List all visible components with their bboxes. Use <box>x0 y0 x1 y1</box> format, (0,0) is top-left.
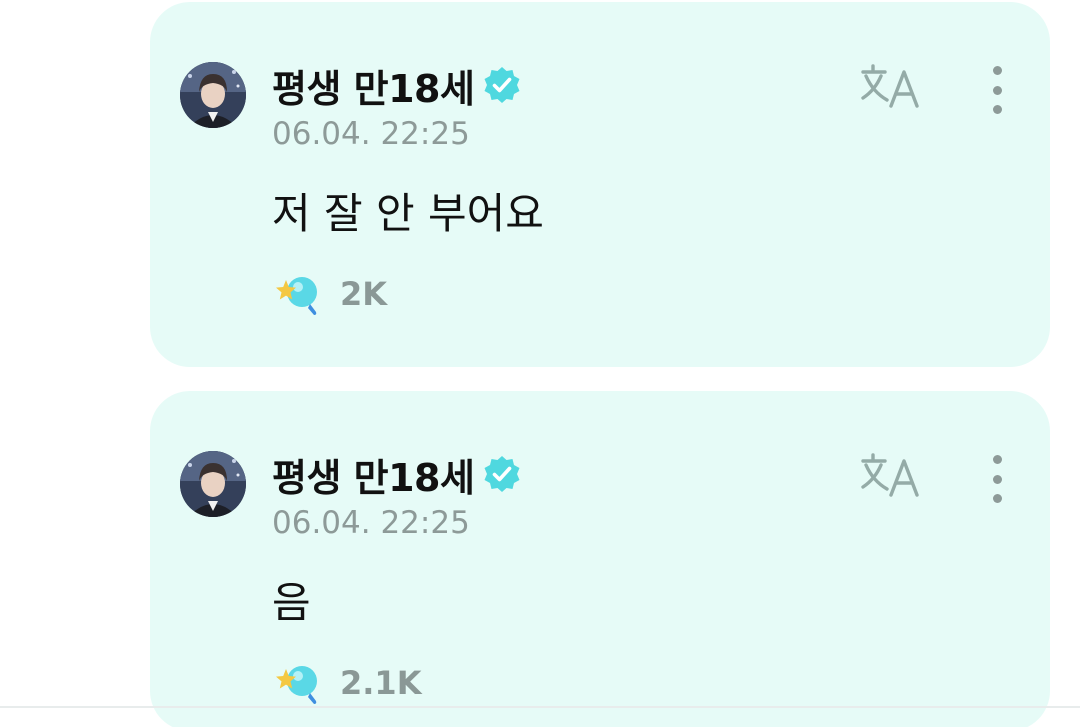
author-name[interactable]: 평생 만18세 <box>272 58 475 113</box>
timestamp: 06.04. 22:25 <box>272 116 470 152</box>
translate-icon <box>860 451 922 503</box>
comment-text: 음 <box>272 578 311 627</box>
timestamp: 06.04. 22:25 <box>272 505 470 541</box>
lightstick-reaction-icon <box>274 659 326 707</box>
comment-feed: 평생 만18세 06.04. 22:25 저 잘 안 부어요 2K 평생 만18… <box>0 0 1080 727</box>
more-options-button[interactable] <box>982 62 1012 118</box>
divider <box>0 706 1080 708</box>
reaction-button[interactable]: 2K <box>274 270 387 318</box>
author-name[interactable]: 평생 만18세 <box>272 447 475 502</box>
avatar[interactable] <box>180 62 246 128</box>
author-row: 평생 만18세 <box>272 58 522 113</box>
author-row: 평생 만18세 <box>272 447 522 502</box>
verified-badge-icon <box>482 65 522 105</box>
comment-card: 평생 만18세 06.04. 22:25 저 잘 안 부어요 2K <box>150 2 1050 367</box>
reaction-count: 2.1K <box>340 664 422 702</box>
comment-card: 평생 만18세 06.04. 22:25 음 2.1K <box>150 391 1050 727</box>
more-vertical-icon <box>992 455 1002 464</box>
translate-button[interactable] <box>860 60 922 116</box>
more-vertical-icon <box>992 66 1002 75</box>
translate-icon <box>860 62 922 114</box>
reaction-count: 2K <box>340 275 388 313</box>
verified-badge-icon <box>482 454 522 494</box>
avatar[interactable] <box>180 451 246 517</box>
more-options-button[interactable] <box>982 451 1012 507</box>
comment-text: 저 잘 안 부어요 <box>272 189 544 238</box>
lightstick-reaction-icon <box>274 270 326 318</box>
translate-button[interactable] <box>860 449 922 505</box>
reaction-button[interactable]: 2.1K <box>274 659 421 707</box>
